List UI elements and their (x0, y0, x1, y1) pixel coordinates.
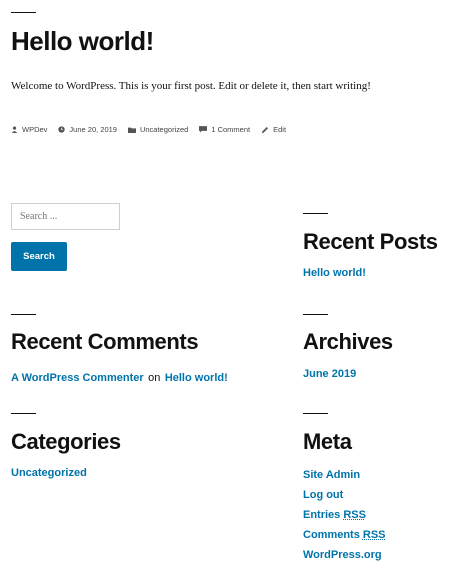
post-edit[interactable]: Edit (261, 125, 286, 134)
meta-item: WordPress.org (303, 544, 386, 564)
recent-comments-title: Recent Comments (11, 329, 198, 355)
post-date-text: June 20, 2019 (69, 125, 117, 134)
recent-comment-item: A WordPress Commenter on Hello world! (11, 368, 228, 386)
post-author[interactable]: WPDev (11, 125, 47, 134)
categories-separator (11, 413, 36, 414)
post-author-name: WPDev (22, 125, 47, 134)
search-button[interactable]: Search (11, 242, 67, 271)
log-out-link[interactable]: Log out (303, 489, 343, 501)
comments-rss-link[interactable]: Comments RSS (303, 529, 386, 541)
post-category-text: Uncategorized (140, 125, 188, 134)
meta-links: Site Admin Log out Entries RSS Comments … (303, 464, 386, 564)
post-comments[interactable]: 1 Comment (199, 125, 250, 134)
entries-rss-prefix: Entries (303, 509, 340, 521)
comment-connector: on (148, 372, 160, 384)
meta-item: Comments RSS (303, 524, 386, 544)
comment-icon (199, 126, 207, 133)
rss-abbr: RSS (343, 509, 366, 521)
meta-separator (303, 413, 328, 414)
recent-post-link[interactable]: Hello world! (303, 267, 366, 279)
post-date[interactable]: June 20, 2019 (58, 125, 117, 134)
post-title[interactable]: Hello world! (11, 26, 154, 56)
search-input[interactable] (11, 203, 120, 230)
clock-icon (58, 126, 65, 133)
recent-comments-separator (11, 314, 36, 315)
pencil-icon (261, 126, 269, 134)
wordpress-org-link[interactable]: WordPress.org (303, 549, 382, 561)
meta-title: Meta (303, 429, 352, 455)
post-meta: WPDev June 20, 2019 Uncategorized 1 Comm… (11, 125, 297, 134)
rss-abbr: RSS (363, 529, 386, 541)
archives-title: Archives (303, 329, 393, 355)
meta-item: Entries RSS (303, 504, 386, 524)
user-icon (11, 126, 18, 133)
post-content: Welcome to WordPress. This is your first… (11, 80, 371, 92)
folder-icon (128, 127, 136, 133)
archives-separator (303, 314, 328, 315)
categories-title: Categories (11, 429, 121, 455)
post-edit-text: Edit (273, 125, 286, 134)
recent-posts-separator (303, 213, 328, 214)
category-link[interactable]: Uncategorized (11, 467, 87, 479)
archive-link[interactable]: June 2019 (303, 368, 356, 380)
post-separator (11, 12, 36, 13)
entries-rss-link[interactable]: Entries RSS (303, 509, 366, 521)
post-category[interactable]: Uncategorized (128, 125, 188, 134)
comment-author-link[interactable]: A WordPress Commenter (11, 372, 144, 384)
comment-post-link[interactable]: Hello world! (165, 372, 228, 384)
site-admin-link[interactable]: Site Admin (303, 469, 360, 481)
meta-item: Log out (303, 484, 386, 504)
comments-rss-prefix: Comments (303, 529, 360, 541)
post-comments-text: 1 Comment (211, 125, 250, 134)
recent-posts-title: Recent Posts (303, 229, 438, 255)
meta-item: Site Admin (303, 464, 386, 484)
